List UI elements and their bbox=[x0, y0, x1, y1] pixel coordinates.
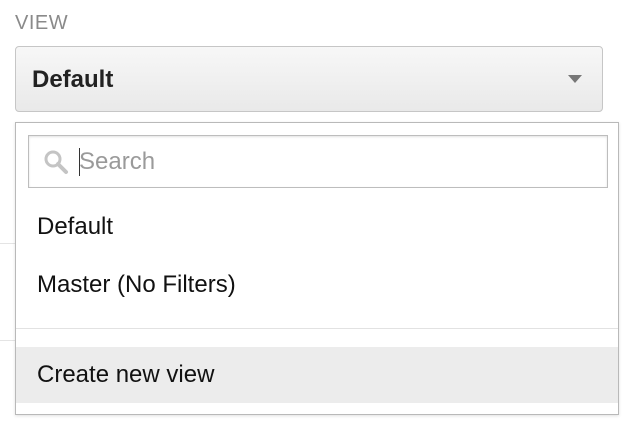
view-option-master[interactable]: Master (No Filters) bbox=[16, 259, 618, 311]
text-cursor bbox=[79, 148, 80, 176]
search-field[interactable] bbox=[28, 135, 608, 188]
view-select[interactable]: Default bbox=[15, 46, 603, 112]
search-input[interactable] bbox=[79, 144, 589, 180]
view-selector-screen: VIEW Default Default Master (No Filters)… bbox=[0, 0, 634, 430]
create-new-view-button[interactable]: Create new view bbox=[16, 347, 618, 403]
caret-down-icon bbox=[568, 75, 582, 83]
search-icon bbox=[44, 150, 68, 174]
view-dropdown-menu: Default Master (No Filters) Create new v… bbox=[15, 122, 619, 415]
selected-view-value: Default bbox=[32, 66, 114, 93]
section-label: VIEW bbox=[15, 12, 69, 34]
menu-divider bbox=[16, 328, 618, 329]
view-option-default[interactable]: Default bbox=[16, 201, 618, 253]
